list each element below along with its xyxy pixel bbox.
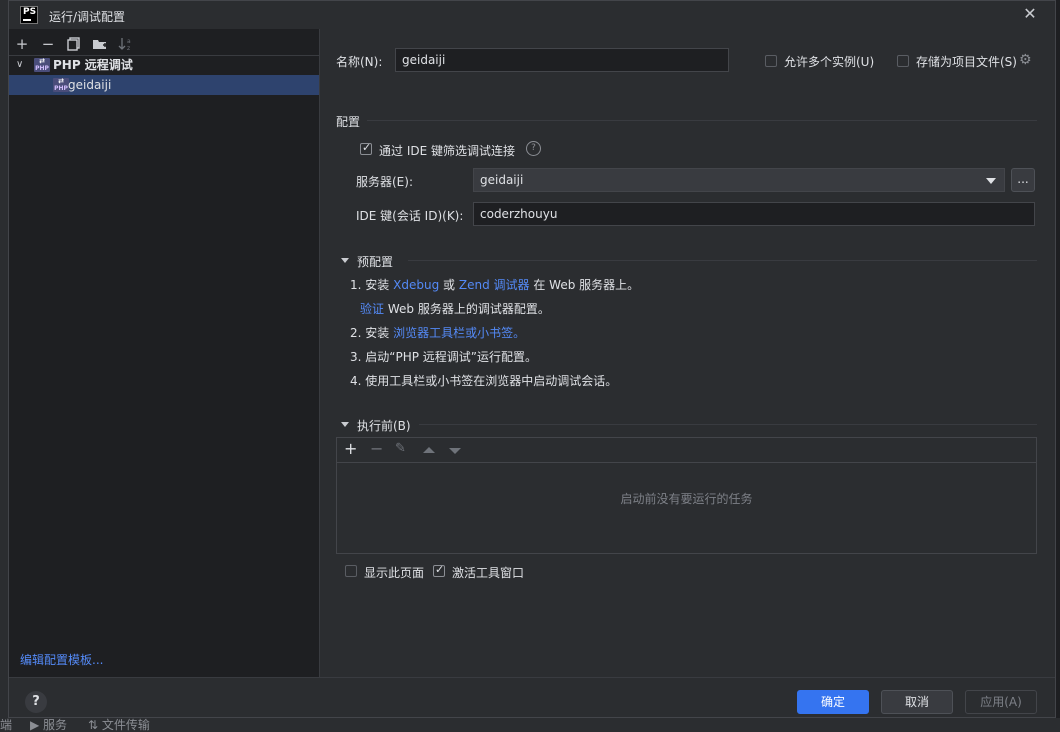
name-field[interactable] [395, 48, 729, 72]
plus-icon[interactable]: + [344, 439, 357, 458]
config-section-title: 配置 [336, 115, 361, 129]
allow-parallel-checkbox[interactable] [765, 55, 777, 67]
copy-config-button[interactable] [65, 35, 83, 53]
name-label: 名称(N): [336, 55, 383, 69]
php-debug-icon: ⇄ PHP [53, 77, 69, 92]
cancel-button[interactable]: 取消 [881, 690, 953, 714]
config-tree-panel: + − az ∨ ⇄ PHP PHP 远程调试 ⇄ PHP geidaiji 编辑配… [9, 29, 320, 677]
server-browse-button[interactable]: ... [1011, 168, 1035, 192]
filter-by-ide-key-checkbox[interactable] [360, 141, 372, 155]
title-bar: PS 运行/调试配置 ✕ [9, 1, 1055, 29]
plus-icon: + [15, 35, 29, 53]
before-launch-toolbar: + − ✎ [337, 438, 1036, 463]
tree-item-geidaiji[interactable]: ⇄ PHP geidaiji [9, 75, 319, 95]
ide-bottom-services[interactable]: ▶ 服务 [30, 718, 67, 732]
remove-config-button[interactable]: − [39, 35, 57, 53]
copy-icon [67, 37, 80, 51]
zend-debugger-link[interactable]: Zend 调试器 [459, 278, 530, 292]
tree-group-php-remote-debug[interactable]: ∨ ⇄ PHP PHP 远程调试 [9, 55, 319, 75]
before-launch-title[interactable]: 执行前(B) [357, 417, 411, 434]
preconfig-section-title[interactable]: 预配置 [357, 253, 393, 270]
gear-icon[interactable]: ⚙ [1019, 52, 1032, 68]
edit-pencil-icon[interactable]: ✎ [395, 441, 406, 456]
browser-toolbar-link[interactable]: 浏览器工具栏或小书签。 [393, 326, 525, 340]
empty-tasks-message: 启动前没有要运行的任务 [620, 492, 753, 506]
tree-group-label: PHP 远程调试 [53, 58, 133, 72]
add-config-button[interactable]: + [13, 35, 31, 53]
chevron-down-icon [986, 178, 996, 184]
server-select-value: geidaiji [480, 173, 524, 187]
run-debug-config-dialog: PS 运行/调试配置 ✕ + − az ∨ ⇄ PHP PHP 远程调试 ⇄ PHP… [8, 0, 1056, 718]
server-label: 服务器(E): [356, 175, 413, 189]
minus-icon[interactable]: − [370, 439, 383, 458]
close-icon[interactable]: ✕ [1022, 6, 1038, 22]
store-as-project-file-label: 存储为项目文件(S) [916, 55, 1017, 69]
filter-by-ide-key-label: 通过 IDE 键筛选调试连接 [379, 144, 515, 158]
section-divider [408, 260, 1037, 261]
activate-tool-window-label: 激活工具窗口 [452, 566, 525, 580]
before-launch-task-list: + − ✎ 启动前没有要运行的任务 [336, 437, 1037, 554]
preconfig-step-2: 2. 安装 浏览器工具栏或小书签。 [350, 326, 526, 340]
svg-text:a: a [127, 38, 131, 45]
ide-key-field[interactable] [473, 202, 1035, 226]
ide-status-strip: 端 ▶ 服务 ⇅ 文件传输 [0, 718, 1060, 732]
tree-item-label: geidaiji [68, 78, 112, 92]
php-debug-icon: ⇄ PHP [34, 57, 50, 72]
preconfig-step-4: 4. 使用工具栏或小书签在浏览器中启动调试会话。 [350, 374, 618, 388]
section-divider [419, 424, 1037, 425]
xdebug-link[interactable]: Xdebug [393, 278, 439, 292]
help-icon[interactable]: ? [526, 141, 541, 156]
ide-key-label: IDE 键(会话 ID)(K): [356, 209, 464, 223]
store-as-project-file-checkbox[interactable] [897, 55, 909, 67]
dialog-title: 运行/调试配置 [49, 10, 126, 24]
preconfig-step-1-validate: 验证 Web 服务器上的调试器配置。 [360, 302, 550, 316]
show-page-label: 显示此页面 [364, 566, 425, 580]
collapse-triangle-icon[interactable] [341, 258, 349, 263]
collapse-triangle-icon[interactable] [341, 422, 349, 427]
ide-bottom-item: 端 [0, 718, 13, 732]
move-to-folder-button[interactable] [91, 35, 109, 53]
sort-button[interactable]: az [117, 35, 135, 53]
apply-button[interactable]: 应用(A) [965, 690, 1037, 714]
section-divider [367, 120, 1037, 121]
phpstorm-logo-icon: PS [20, 6, 38, 24]
ide-bottom-file-transfer[interactable]: ⇅ 文件传输 [88, 718, 150, 732]
preconfig-step-1: 1. 安装 Xdebug 或 Zend 调试器 在 Web 服务器上。 [350, 278, 640, 292]
footer-divider [9, 677, 1055, 678]
minus-icon: − [41, 35, 55, 53]
show-page-checkbox[interactable] [345, 565, 357, 577]
edit-config-templates-link[interactable]: 编辑配置模板... [20, 651, 103, 668]
allow-parallel-label: 允许多个实例(U) [784, 55, 875, 69]
server-select[interactable]: geidaiji [473, 168, 1005, 192]
move-up-icon[interactable] [423, 447, 435, 453]
sort-alpha-icon: az [118, 38, 131, 52]
chevron-down-icon[interactable]: ∨ [16, 55, 23, 75]
preconfig-step-3: 3. 启动“PHP 远程调试”运行配置。 [350, 350, 538, 364]
folder-add-icon [93, 40, 107, 49]
ide-background-strip [0, 0, 8, 732]
activate-tool-window-checkbox[interactable] [433, 563, 445, 577]
help-button[interactable]: ? [25, 691, 47, 713]
move-down-icon[interactable] [449, 448, 461, 454]
validate-link[interactable]: 验证 [360, 302, 384, 316]
ok-button[interactable]: 确定 [797, 690, 869, 714]
svg-text:z: z [127, 45, 130, 51]
